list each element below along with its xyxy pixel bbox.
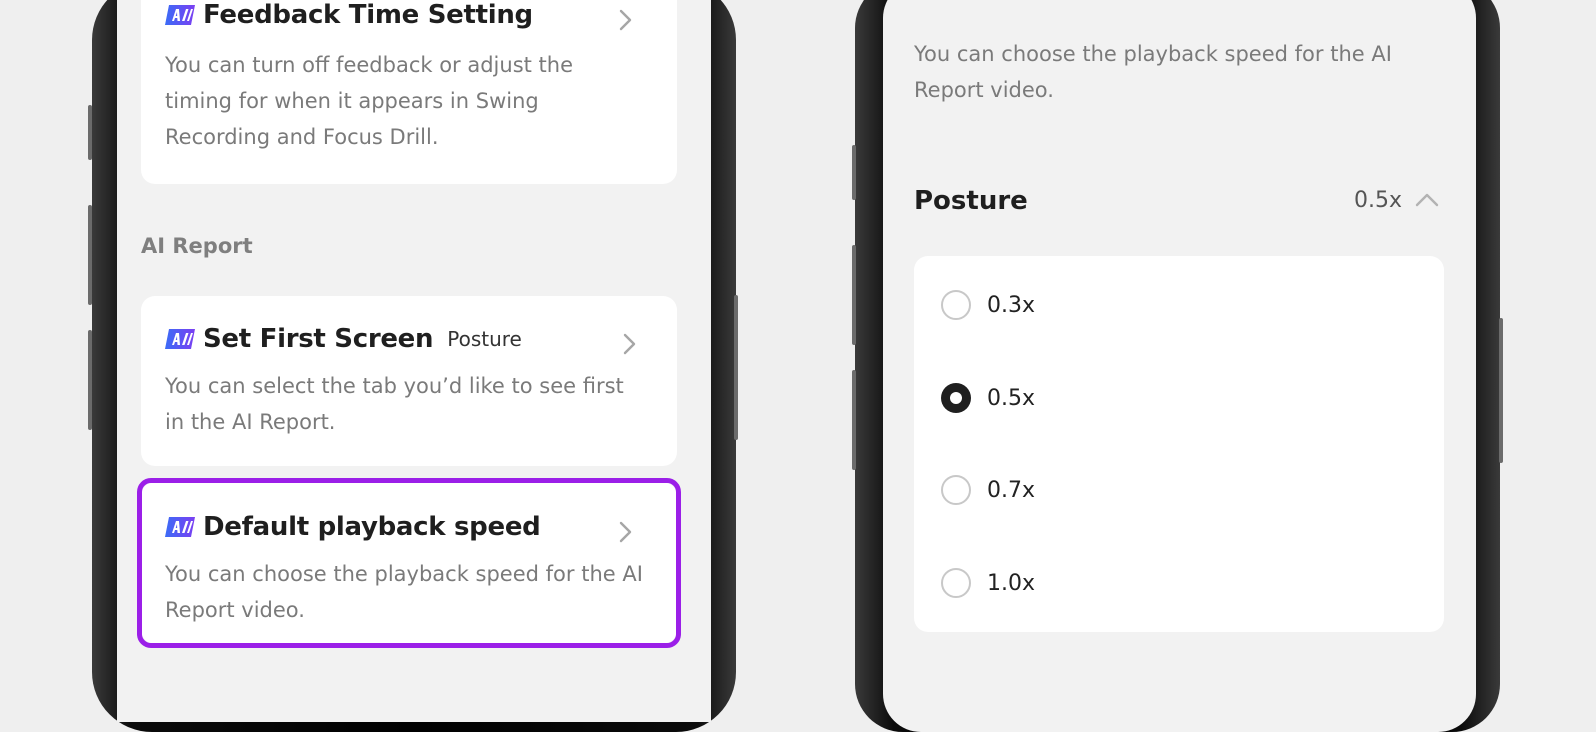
ai-badge-icon <box>165 329 195 349</box>
posture-current-value: 0.5x <box>1353 188 1402 213</box>
speed-option[interactable]: 0.7x <box>941 475 1035 505</box>
card-title: Default playback speed <box>203 512 541 542</box>
speed-option[interactable]: 1.0x <box>941 568 1035 598</box>
phone-side-button <box>852 370 856 470</box>
chevron-up-icon <box>1414 188 1440 214</box>
speed-option-label: 1.0x <box>987 570 1036 596</box>
phone-side-button <box>852 245 856 345</box>
section-label-ai-report: AI Report <box>141 234 253 258</box>
phone-side-button <box>88 330 92 430</box>
default-playback-speed-card[interactable]: Default playback speed You can choose th… <box>141 482 677 644</box>
card-title: Feedback Time Setting <box>203 0 533 30</box>
posture-section-header[interactable]: Posture 0.5x <box>914 186 1444 226</box>
card-description: You can turn off feedback or adjust the … <box>165 53 574 149</box>
left-phone-screen: Feedback Time Setting You can turn off f… <box>117 0 711 722</box>
phone-side-button <box>88 205 92 305</box>
speed-option-label: 0.5x <box>987 385 1036 411</box>
speed-option-label: 0.7x <box>987 477 1036 503</box>
card-description: You can select the tab you’d like to see… <box>165 374 624 434</box>
chevron-right-icon <box>617 332 641 356</box>
ai-badge-icon <box>165 5 195 25</box>
radio-button[interactable] <box>941 568 971 598</box>
right-phone-screen: You can choose the playback speed for th… <box>883 0 1476 732</box>
card-description: You can choose the playback speed for th… <box>165 562 643 622</box>
feedback-time-setting-card[interactable]: Feedback Time Setting You can turn off f… <box>141 0 677 184</box>
radio-button-selected[interactable] <box>941 383 971 413</box>
speed-option[interactable]: 0.5x <box>941 383 1035 413</box>
chevron-right-icon <box>613 8 637 32</box>
screen-description: You can choose the playback speed for th… <box>914 42 1392 102</box>
phone-side-button <box>734 295 738 440</box>
posture-label: Posture <box>914 186 1028 216</box>
set-first-screen-card[interactable]: Set First Screen Posture You can select … <box>141 296 677 466</box>
chevron-right-icon <box>613 520 637 544</box>
radio-button[interactable] <box>941 475 971 505</box>
current-tab-tag: Posture <box>447 327 522 351</box>
phone-side-button <box>1499 318 1503 463</box>
ai-badge-icon <box>165 517 195 537</box>
radio-button[interactable] <box>941 290 971 320</box>
phone-side-button <box>852 145 856 200</box>
card-title: Set First Screen <box>203 324 434 354</box>
speed-option-label: 0.3x <box>987 292 1036 318</box>
speed-option[interactable]: 0.3x <box>941 290 1035 320</box>
phone-side-button <box>88 105 92 160</box>
speed-options-card: 0.3x 0.5x 0.7x 1.0x <box>914 256 1444 632</box>
